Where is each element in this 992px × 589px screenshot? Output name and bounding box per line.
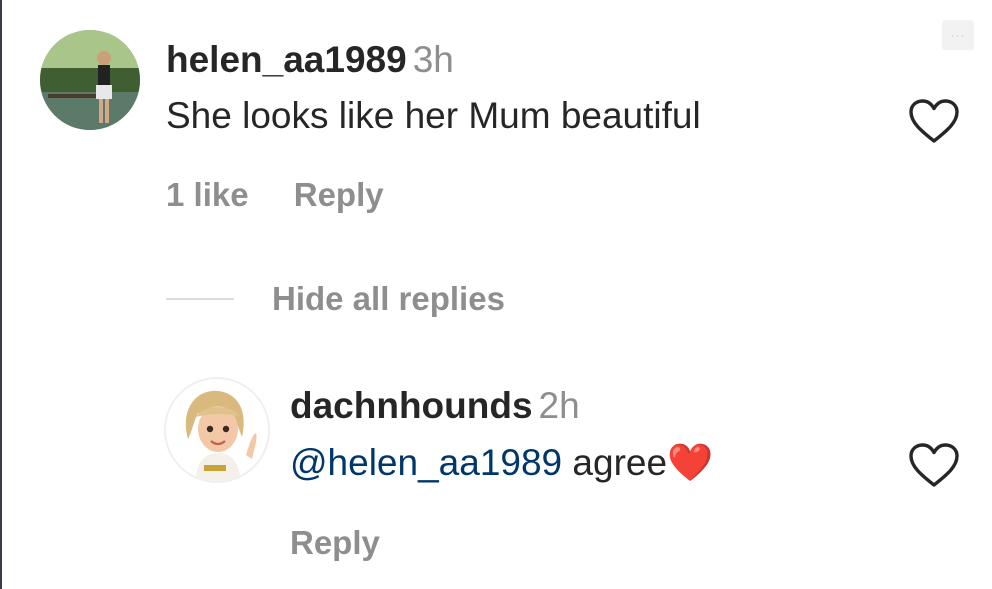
reply-actions: Reply bbox=[290, 524, 380, 562]
window-edge bbox=[0, 0, 2, 589]
more-options-icon: ··· bbox=[950, 28, 966, 42]
avatar[interactable] bbox=[40, 30, 140, 130]
more-options-button[interactable]: ··· bbox=[942, 20, 974, 50]
reply-text-body: agree bbox=[562, 442, 668, 483]
reply-username[interactable]: dachnhounds bbox=[290, 385, 533, 426]
heart-emoji: ❤️ bbox=[667, 442, 714, 483]
hide-replies-button[interactable]: Hide all replies bbox=[272, 280, 505, 318]
comment-actions: 1 like Reply bbox=[166, 176, 384, 214]
thread-divider bbox=[166, 298, 234, 300]
comment-time: 3h bbox=[412, 39, 454, 80]
reply-avatar[interactable] bbox=[164, 377, 270, 483]
comment-text: She looks like her Mum beautiful bbox=[166, 95, 701, 136]
likes-count[interactable]: 1 like bbox=[166, 176, 249, 213]
comment-username[interactable]: helen_aa1989 bbox=[166, 39, 407, 80]
reply-time: 2h bbox=[538, 385, 580, 426]
mention-link[interactable]: @helen_aa1989 bbox=[290, 442, 562, 483]
reply-like-heart-icon[interactable] bbox=[908, 442, 960, 488]
like-heart-icon[interactable] bbox=[908, 98, 960, 144]
comment-header: helen_aa1989 3h bbox=[166, 38, 454, 82]
reply-text: @helen_aa1989 agree❤️ bbox=[290, 441, 713, 485]
reply-reply-button[interactable]: Reply bbox=[290, 524, 380, 561]
reply-button[interactable]: Reply bbox=[294, 176, 384, 213]
reply-header: dachnhounds 2h bbox=[290, 384, 580, 428]
